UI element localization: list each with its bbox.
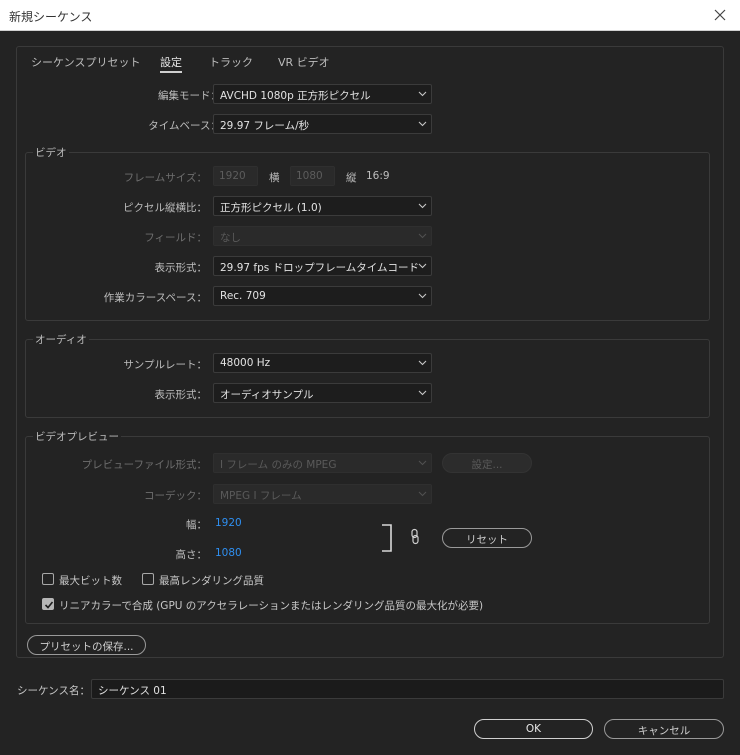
horizontal-label: 横 (269, 172, 280, 184)
cancel-button[interactable]: キャンセル (604, 719, 724, 739)
reset-button[interactable]: リセット (442, 528, 532, 548)
checkmark-icon (44, 601, 54, 609)
ok-button[interactable]: OK (474, 719, 593, 739)
window-title: 新規シーケンス (9, 10, 93, 24)
audio-group-title: オーディオ (33, 332, 89, 347)
max-bit-depth-label: 最大ビット数 (59, 575, 122, 587)
color-space-label: 作業カラースペース： (103, 292, 207, 304)
edit-mode-value: AVCHD 1080p 正方形ピクセル (220, 90, 371, 102)
field-value: なし (220, 232, 241, 244)
edit-mode-select[interactable]: AVCHD 1080p 正方形ピクセル (213, 84, 432, 104)
linear-color-label: リニアカラーで合成 (GPU のアクセラレーションまたはレンダリング品質の最大化… (59, 600, 484, 612)
chevron-down-icon (418, 491, 427, 497)
codec-select: MPEG I フレーム (213, 484, 432, 504)
tab-settings[interactable]: 設定 (160, 54, 182, 73)
chevron-down-icon (418, 390, 427, 396)
preview-height-label: 高さ： (175, 549, 208, 561)
sample-rate-select[interactable]: 48000 Hz (213, 353, 432, 373)
sequence-name-label: シーケンス名： (17, 685, 90, 697)
pixel-aspect-label: ピクセル縦横比： (123, 202, 207, 214)
audio-group: オーディオ サンプルレート： 48000 Hz 表示形式： オーディオサンプル (25, 332, 710, 418)
close-icon[interactable] (709, 4, 731, 26)
video-group: ビデオ フレームサイズ： 1920 横 1080 縦 16:9 ピクセル縦横比：… (25, 145, 710, 321)
field-select: なし (213, 226, 432, 246)
pixel-aspect-select[interactable]: 正方形ピクセル (1.0) (213, 196, 432, 216)
audio-display-format-select[interactable]: オーディオサンプル (213, 383, 432, 403)
frame-height-value: 1080 (296, 170, 323, 182)
frame-width-value: 1920 (219, 170, 246, 182)
audio-display-format-label: 表示形式： (154, 389, 208, 401)
max-bit-depth-checkbox[interactable] (42, 573, 54, 585)
frame-width-field: 1920 (213, 166, 258, 186)
video-group-title: ビデオ (33, 145, 69, 160)
title-bar: 新規シーケンス (0, 0, 740, 31)
chevron-down-icon (418, 121, 427, 127)
chevron-down-icon (418, 293, 427, 299)
aspect-ratio-text: 16:9 (366, 170, 390, 182)
color-space-select[interactable]: Rec. 709 (213, 286, 432, 306)
video-preview-group-title: ビデオプレビュー (33, 429, 121, 444)
vertical-label: 縦 (346, 172, 357, 184)
chevron-down-icon (418, 91, 427, 97)
frame-size-label: フレームサイズ： (123, 172, 207, 184)
timebase-select[interactable]: 29.97 フレーム/秒 (213, 114, 432, 134)
bracket-icon (382, 524, 392, 552)
tab-sequence-presets[interactable]: シーケンスプリセット (31, 54, 140, 70)
timebase-label: タイムベース： (148, 120, 221, 132)
timebase-value: 29.97 フレーム/秒 (220, 120, 310, 132)
video-preview-group: ビデオプレビュー プレビューファイル形式： I フレーム のみの MPEG 設定… (25, 429, 710, 624)
pixel-aspect-value: 正方形ピクセル (1.0) (220, 202, 322, 214)
field-label: フィールド： (144, 232, 207, 244)
chevron-down-icon (418, 360, 427, 366)
audio-display-format-value: オーディオサンプル (220, 389, 314, 401)
video-display-format-label: 表示形式： (154, 262, 208, 274)
sequence-name-input[interactable]: シーケンス 01 (91, 679, 724, 699)
preview-height-value[interactable]: 1080 (215, 547, 242, 559)
max-render-quality-checkbox[interactable] (142, 573, 154, 585)
chevron-down-icon (418, 460, 427, 466)
tab-tracks[interactable]: トラック (209, 54, 253, 70)
sequence-name-value: シーケンス 01 (98, 685, 167, 697)
chevron-down-icon (418, 263, 427, 269)
settings-panel: シーケンスプリセット 設定 トラック VR ビデオ 編集モード： AVCHD 1… (16, 46, 724, 658)
tab-vr-video[interactable]: VR ビデオ (278, 54, 330, 70)
save-preset-button[interactable]: プリセットの保存... (27, 635, 146, 655)
preview-file-format-label: プレビューファイル形式： (81, 459, 207, 471)
preview-settings-button: 設定... (442, 453, 532, 473)
frame-height-field: 1080 (290, 166, 335, 186)
preview-file-format-select: I フレーム のみの MPEG (213, 453, 432, 473)
codec-value: MPEG I フレーム (220, 490, 302, 502)
color-space-value: Rec. 709 (220, 290, 266, 302)
video-display-format-value: 29.97 fps ドロップフレームタイムコード (220, 262, 420, 274)
sample-rate-label: サンプルレート： (123, 359, 207, 371)
codec-label: コーデック： (144, 490, 207, 502)
preview-width-value[interactable]: 1920 (215, 517, 242, 529)
video-display-format-select[interactable]: 29.97 fps ドロップフレームタイムコード (213, 256, 432, 276)
edit-mode-label: 編集モード： (158, 90, 221, 102)
preview-file-format-value: I フレーム のみの MPEG (220, 459, 337, 471)
chevron-down-icon (418, 233, 427, 239)
linear-color-checkbox[interactable] (42, 598, 54, 610)
chevron-down-icon (418, 203, 427, 209)
preview-width-label: 幅： (186, 519, 207, 531)
link-icon[interactable] (410, 528, 420, 546)
max-render-quality-label: 最高レンダリング品質 (159, 575, 264, 587)
sample-rate-value: 48000 Hz (220, 357, 271, 369)
